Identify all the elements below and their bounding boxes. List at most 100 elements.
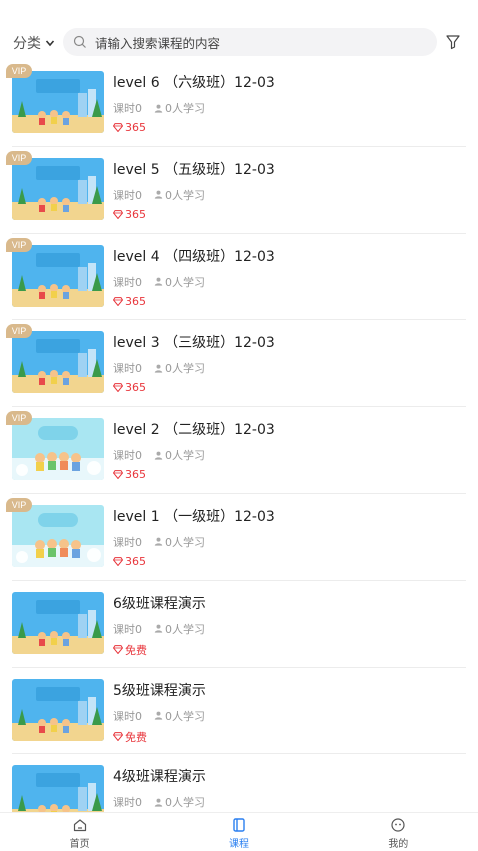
- course-meta: 课时0 0人学习: [113, 100, 205, 116]
- course-price: 365: [113, 121, 146, 134]
- lesson-count: 课时0: [113, 622, 142, 636]
- student-count: 0人学习: [165, 535, 205, 549]
- user-icon: [154, 798, 163, 807]
- tab-home[interactable]: 首页: [0, 813, 159, 851]
- course-price: 免费: [113, 642, 147, 658]
- course-thumbnail: [12, 418, 104, 481]
- course-thumbnail: [12, 71, 104, 133]
- search-input[interactable]: 请输入搜索课程的内容: [63, 28, 437, 56]
- course-title: 5级班课程演示: [113, 682, 206, 699]
- diamond-icon: [113, 296, 123, 306]
- price-value: 365: [125, 554, 146, 568]
- lesson-count: 课时0: [113, 362, 142, 376]
- search-icon: [73, 35, 86, 48]
- course-item[interactable]: 5级班课程演示 课时0 0人学习 免费: [12, 668, 466, 755]
- student-count-wrap: 0人学习: [154, 187, 205, 203]
- bottom-tab-bar: 首页 课程 我的: [0, 812, 478, 851]
- user-icon: [154, 711, 163, 720]
- course-thumbnail: [12, 157, 104, 220]
- diamond-icon: [113, 470, 123, 480]
- course-meta: 课时0 0人学习: [113, 274, 205, 290]
- course-item[interactable]: 6级班课程演示 课时0 0人学习 免费: [12, 581, 466, 668]
- price-value: 365: [125, 468, 146, 482]
- course-title: level 3 （三级班）12-03: [113, 335, 275, 352]
- course-thumbnail: [12, 244, 104, 307]
- student-count: 0人学习: [165, 275, 205, 289]
- lesson-count: 课时0: [113, 102, 142, 115]
- lesson-count: 课时0: [113, 188, 142, 202]
- course-thumbnail: [12, 591, 104, 654]
- course-item[interactable]: VIP level 1 （一级班）12-03 课时0 0人学习 365: [6, 494, 466, 581]
- student-count-wrap: 0人学习: [154, 360, 205, 376]
- course-title: 6级班课程演示: [113, 595, 206, 612]
- tab-courses[interactable]: 课程: [159, 813, 318, 851]
- vip-badge: VIP: [6, 64, 32, 78]
- student-count-wrap: 0人学习: [154, 100, 205, 116]
- diamond-icon: [113, 645, 123, 655]
- course-price: 365: [113, 468, 146, 481]
- category-dropdown[interactable]: 分类: [13, 33, 55, 53]
- diamond-icon: [113, 209, 123, 219]
- tab-profile-label: 我的: [388, 839, 409, 850]
- vip-badge: VIP: [6, 497, 32, 512]
- course-title: level 4 （四级班）12-03: [113, 248, 275, 265]
- tab-courses-label: 课程: [228, 839, 249, 850]
- course-item[interactable]: VIP level 3 （三级班）12-03 课时0 0人学习 365: [6, 320, 466, 408]
- course-meta: 课时0 0人学习: [113, 360, 205, 376]
- price-value: 365: [125, 207, 146, 221]
- course-price: 365: [113, 208, 146, 221]
- course-thumbnail: [12, 331, 104, 394]
- course-item[interactable]: VIP level 2 （二级班）12-03 课时0 0人学习 365: [6, 407, 466, 494]
- lesson-count: 课时0: [113, 796, 142, 810]
- course-meta: 课时0 0人学习: [113, 621, 205, 637]
- user-icon: [154, 277, 163, 286]
- diamond-icon: [113, 732, 123, 742]
- tab-profile[interactable]: 我的: [319, 813, 478, 851]
- course-list: VIP level 6 （六级班）12-03 课时0 0人学习 365 VIP le…: [0, 60, 478, 841]
- student-count-wrap: 0人学习: [154, 274, 205, 290]
- course-meta: 课时0 0人学习: [113, 794, 205, 810]
- course-title: level 1 （一级班）12-03: [113, 508, 275, 525]
- student-count: 0人学习: [165, 449, 205, 463]
- vip-badge: VIP: [6, 150, 32, 165]
- course-title: 4级班课程演示: [113, 769, 206, 786]
- vip-badge: VIP: [6, 411, 32, 426]
- course-price: 免费: [113, 729, 147, 745]
- course-item[interactable]: VIP level 5 （五级班）12-03 课时0 0人学习 365: [6, 147, 466, 234]
- course-title: level 2 （二级班）12-03: [113, 422, 275, 439]
- course-meta: 课时0 0人学习: [113, 534, 205, 550]
- user-icon: [154, 190, 163, 199]
- search-placeholder: 请输入搜索课程的内容: [95, 35, 221, 51]
- lesson-count: 课时0: [113, 275, 142, 289]
- course-item[interactable]: VIP level 6 （六级班）12-03 课时0 0人学习 365: [6, 60, 466, 147]
- course-meta: 课时0 0人学习: [113, 447, 205, 463]
- diamond-icon: [113, 123, 123, 132]
- student-count-wrap: 0人学习: [154, 794, 205, 810]
- course-thumbnail: [12, 504, 104, 567]
- top-bar: 分类 请输入搜索课程的内容: [0, 28, 478, 58]
- course-title: level 6 （六级班）12-03: [113, 75, 275, 91]
- vip-badge: VIP: [6, 237, 32, 252]
- lesson-count: 课时0: [113, 535, 142, 549]
- price-value: 365: [125, 381, 146, 395]
- student-count-wrap: 0人学习: [154, 708, 205, 724]
- category-label: 分类: [13, 36, 41, 52]
- user-icon: [154, 624, 163, 633]
- filter-icon[interactable]: [445, 34, 461, 50]
- course-icon: [233, 818, 245, 832]
- price-value: 免费: [125, 730, 147, 744]
- diamond-icon: [113, 557, 123, 566]
- student-count: 0人学习: [165, 796, 205, 810]
- student-count: 0人学习: [165, 622, 205, 636]
- course-item[interactable]: VIP level 4 （四级班）12-03 课时0 0人学习 365: [6, 234, 466, 321]
- price-value: 365: [125, 121, 146, 134]
- course-title: level 5 （五级班）12-03: [113, 161, 275, 178]
- course-price: 365: [113, 381, 146, 394]
- diamond-icon: [113, 383, 123, 393]
- chevron-down-icon: [45, 40, 55, 47]
- tab-home-label: 首页: [69, 839, 90, 850]
- student-count: 0人学习: [165, 709, 205, 723]
- user-icon: [154, 451, 163, 460]
- course-meta: 课时0 0人学习: [113, 187, 205, 203]
- student-count-wrap: 0人学习: [154, 621, 205, 637]
